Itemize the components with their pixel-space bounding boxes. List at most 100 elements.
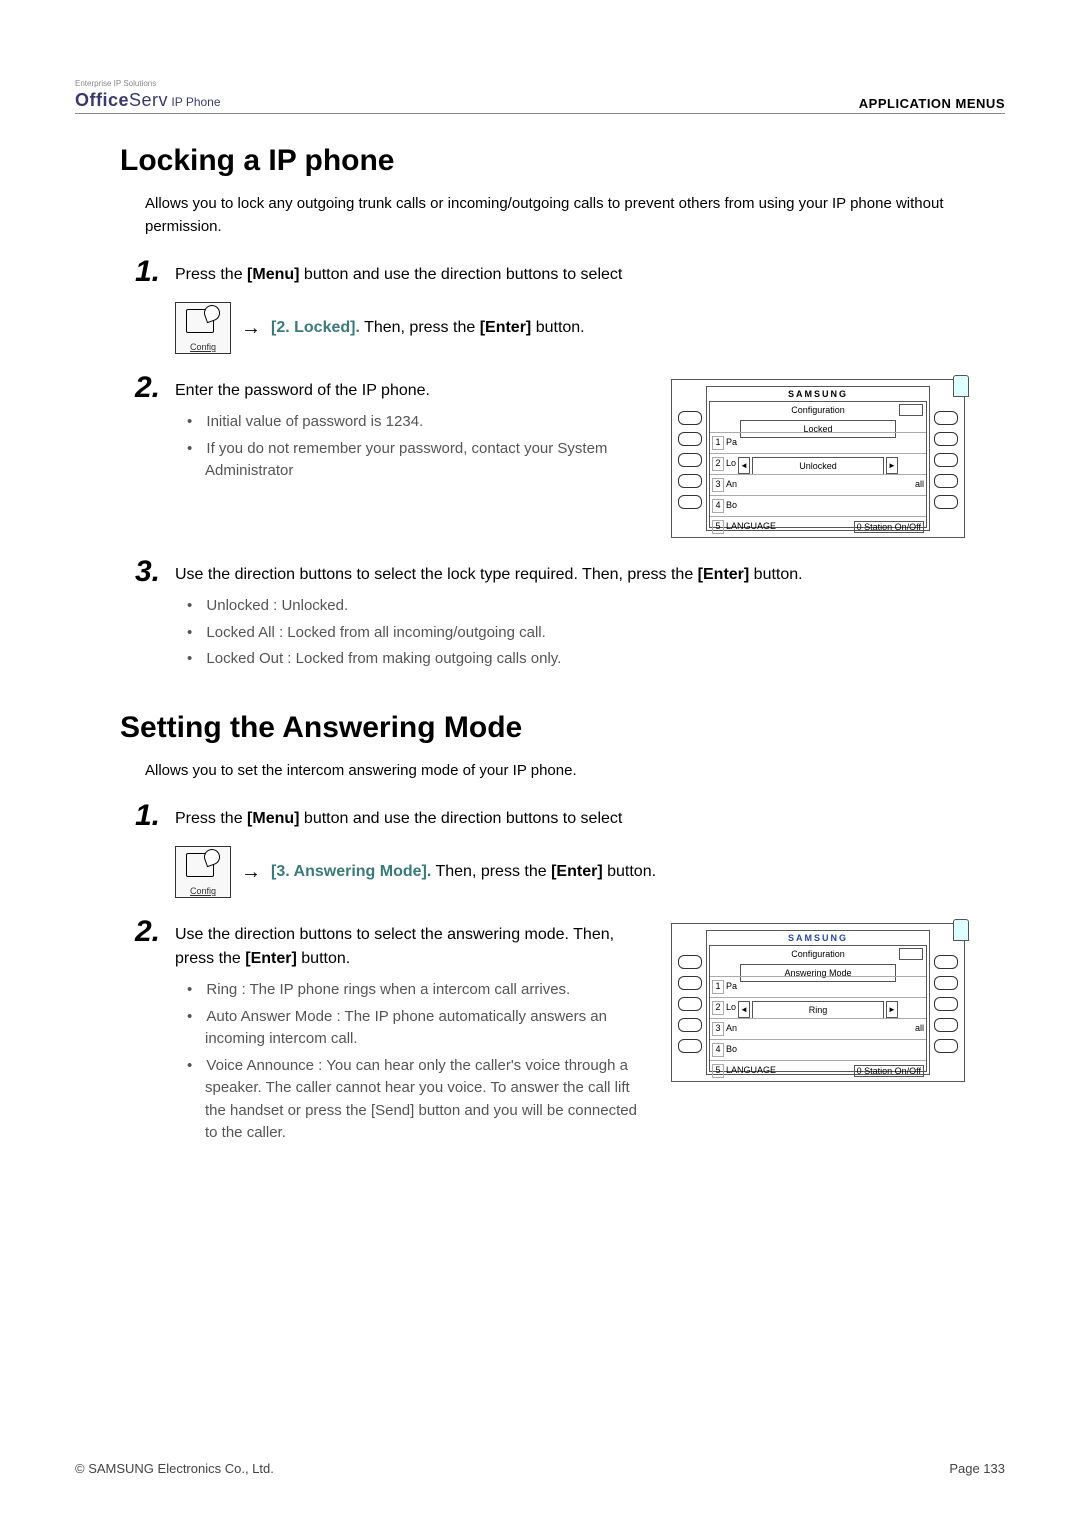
brand-office: Office	[75, 90, 129, 110]
enter-label: [Enter]	[245, 950, 297, 967]
row-text: LANGUAGE	[726, 521, 776, 531]
softkey-icon	[678, 474, 702, 488]
row-num: 4	[712, 1043, 724, 1057]
row-num: 4	[712, 499, 724, 513]
menu-label: [Menu]	[247, 810, 299, 827]
page-footer: © SAMSUNG Electronics Co., Ltd. Page 133	[75, 1461, 1005, 1476]
s1-step1: 1. Press the [Menu] button and use the d…	[135, 263, 985, 354]
row-num: 2	[712, 457, 724, 471]
row-right: all	[915, 479, 924, 489]
text: Then, press the	[360, 319, 480, 336]
step-body: Enter the password of the IP phone.	[175, 379, 641, 403]
softkey-icon	[934, 495, 958, 509]
softkey-icon	[678, 432, 702, 446]
right-softkeys	[934, 386, 958, 531]
menu-row: 4Bo	[710, 1039, 926, 1060]
softkey-icon	[934, 432, 958, 446]
list-item: Locked Out : Locked from making outgoing…	[205, 648, 985, 671]
icon-row: Config → [2. Locked]. Then, press the [E…	[175, 302, 985, 354]
brand-tagline: Enterprise IP Solutions	[75, 80, 221, 88]
step-number: 2.	[135, 371, 160, 405]
softkey-icon	[934, 474, 958, 488]
enter-label: [Enter]	[698, 566, 750, 583]
footer-copyright: © SAMSUNG Electronics Co., Ltd.	[75, 1461, 274, 1476]
config-icon-label: Config	[176, 342, 230, 352]
left-softkeys	[678, 386, 702, 531]
s1-step3: 3. Use the direction buttons to select t…	[135, 563, 985, 671]
text: button.	[297, 950, 350, 967]
enter-label: [Enter]	[480, 319, 532, 336]
menu-row: 3An all	[710, 474, 926, 495]
screen-brand: SAMSUNG	[707, 931, 929, 945]
softkey-icon	[678, 453, 702, 467]
row-num: 2	[712, 1001, 724, 1015]
section2-intro: Allows you to set the intercom answering…	[145, 760, 985, 783]
row-num: 3	[712, 478, 724, 492]
brand-logo: OfficeServ IP Phone	[75, 90, 221, 110]
text: Press the	[175, 810, 247, 827]
menu-row: 1Pa	[710, 432, 926, 453]
bullet-list: Unlocked : Unlocked. Locked All : Locked…	[205, 595, 985, 671]
text: button and use the direction buttons to …	[299, 810, 622, 827]
nav-target: [3. Answering Mode]. Then, press the [En…	[271, 863, 656, 881]
header-section-label: APPLICATION MENUS	[859, 96, 1005, 111]
row-text: Bo	[726, 500, 737, 510]
brand-serv: Serv	[129, 90, 168, 110]
phone-screenshot-2: SAMSUNG Configuration Answering Mode ◄ R…	[671, 923, 965, 1082]
lcd-screen: SAMSUNG Configuration Answering Mode ◄ R…	[706, 930, 930, 1075]
section1-intro: Allows you to lock any outgoing trunk ca…	[145, 193, 985, 238]
tabs-icon	[899, 948, 923, 960]
softkey-icon	[934, 411, 958, 425]
list-item: Unlocked : Unlocked.	[205, 595, 985, 618]
text: button and use the direction buttons to …	[299, 266, 622, 283]
left-softkeys	[678, 930, 702, 1075]
tabs-icon	[899, 404, 923, 416]
step-body: Press the [Menu] button and use the dire…	[175, 807, 985, 831]
menu-rows: 1Pa 2Lo 3Anall 4Bo 5LANGUAGE0 Station On…	[710, 432, 926, 527]
config-icon: Config	[175, 846, 231, 898]
arrow-icon: →	[241, 317, 261, 340]
menu-row: 2Lo	[710, 453, 926, 474]
row-text: Lo	[726, 458, 736, 468]
text: button.	[749, 566, 802, 583]
step-number: 3.	[135, 555, 160, 589]
list-item: Voice Announce : You can hear only the c…	[205, 1055, 641, 1145]
softkey-icon	[934, 976, 958, 990]
text: button.	[603, 863, 656, 880]
config-icon-label: Config	[176, 886, 230, 896]
softkey-icon	[934, 997, 958, 1011]
row-right: all	[915, 1023, 924, 1033]
menu-label: [Menu]	[247, 266, 299, 283]
step-number: 1.	[135, 255, 160, 289]
screen-brand: SAMSUNG	[707, 387, 929, 401]
text: Use the direction buttons to select the …	[175, 566, 698, 583]
row-text: An	[726, 1023, 737, 1033]
softkey-icon	[678, 1039, 702, 1053]
softkey-icon	[678, 997, 702, 1011]
sd-tab-icon	[953, 919, 969, 941]
row-text: Pa	[726, 981, 737, 991]
menu-rows: 1Pa 2Lo 3Anall 4Bo 5LANGUAGE0 Station On…	[710, 976, 926, 1071]
text: Press the	[175, 266, 247, 283]
bullet-list: Ring : The IP phone rings when a interco…	[205, 979, 641, 1145]
footer-page-number: Page 133	[949, 1461, 1005, 1476]
phone-screenshot-1: SAMSUNG Configuration Locked ◄ Unlocked …	[671, 379, 965, 538]
list-item: Auto Answer Mode : The IP phone automati…	[205, 1006, 641, 1051]
s1-step2: 2. Enter the password of the IP phone. I…	[135, 379, 985, 538]
step-body: Use the direction buttons to select the …	[175, 923, 641, 971]
menu-row: 5LANGUAGE0 Station On/Off	[710, 1060, 926, 1081]
page-header: Enterprise IP Solutions OfficeServ IP Ph…	[75, 80, 1005, 114]
right-softkeys	[934, 930, 958, 1075]
list-item: Ring : The IP phone rings when a interco…	[205, 979, 641, 1002]
nav-target: [2. Locked]. Then, press the [Enter] but…	[271, 319, 585, 337]
row-text: LANGUAGE	[726, 1065, 776, 1075]
softkey-icon	[934, 1039, 958, 1053]
row-text: An	[726, 479, 737, 489]
list-item: Initial value of password is 1234.	[205, 411, 641, 434]
menu-row: 3An all	[710, 1018, 926, 1039]
softkey-icon	[934, 955, 958, 969]
section2-title: Setting the Answering Mode	[120, 711, 1005, 745]
row-num: 3	[712, 1022, 724, 1036]
menu-row: 4Bo	[710, 495, 926, 516]
text: Then, press the	[431, 863, 551, 880]
